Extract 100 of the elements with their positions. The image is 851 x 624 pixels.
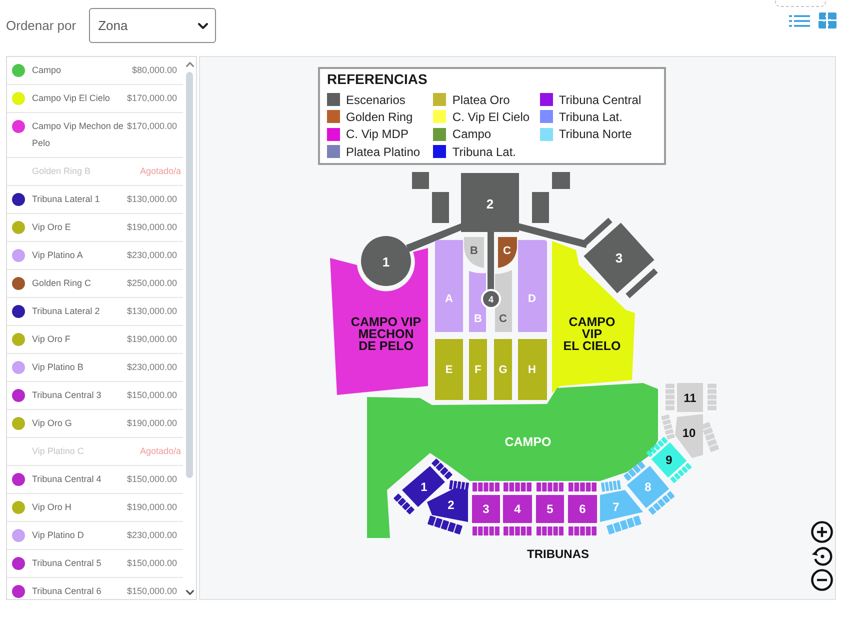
scrollbar-thumb[interactable] — [186, 72, 193, 478]
seating-section[interactable] — [402, 466, 445, 507]
zone-name: Vip Platino D — [32, 529, 85, 542]
zone-list-item[interactable]: Vip Oro H $190,000.00 — [7, 494, 183, 522]
zone-name: Tribuna Lateral 1 — [32, 193, 101, 206]
zone-name: Vip Oro H — [32, 501, 72, 514]
seat-block — [434, 518, 443, 528]
zone-list-item[interactable]: Tribuna Lateral 2 $130,000.00 — [7, 298, 183, 326]
section-label: G — [498, 364, 508, 376]
seat-block — [606, 524, 615, 535]
zone-price: $170,000.00 — [127, 92, 178, 105]
zone-list-item[interactable]: Campo Vip El Cielo $170,000.00 — [7, 85, 183, 113]
zone-name: Campo Vip Mechon de Pelo — [32, 120, 124, 150]
zone-price: $250,000.00 — [127, 277, 178, 290]
legend-label: Campo — [452, 127, 492, 142]
seating-section[interactable] — [495, 270, 512, 332]
field-zone[interactable] — [552, 241, 635, 393]
legend-label: C. Vip MDP — [346, 127, 408, 142]
sort-label: Ordenar por — [6, 17, 76, 35]
zone-list-item[interactable]: Vip Oro G $190,000.00 — [7, 410, 183, 438]
zone-list-item[interactable]: Tribuna Central 5 $150,000.00 — [7, 550, 183, 578]
section-label: D — [528, 293, 536, 305]
zone-name: Tribuna Central 5 — [32, 557, 102, 570]
section-label: 8 — [644, 480, 652, 494]
seat-block — [447, 522, 456, 532]
section-label: C — [499, 313, 507, 325]
field-zone[interactable] — [330, 248, 428, 395]
section-label: 5 — [546, 502, 554, 516]
zone-label: CAMPO VIP MECHON DE PELO — [350, 316, 422, 352]
section-label: C — [503, 245, 511, 257]
section-label: 2 — [448, 498, 454, 512]
zone-list-item[interactable]: Vip Oro E $190,000.00 — [7, 214, 183, 242]
legend-label: Platea Oro — [452, 92, 510, 107]
zone-name: Vip Oro G — [32, 417, 73, 430]
zone-list-item[interactable]: Golden Ring C $250,000.00 — [7, 270, 183, 298]
map-icon[interactable] — [818, 12, 837, 29]
sort-select[interactable]: Zona — [89, 8, 216, 43]
stage-tower — [532, 192, 549, 223]
scroll-down-icon[interactable] — [186, 590, 194, 595]
zone-list-item[interactable]: Tribuna Central 4 $150,000.00 — [7, 466, 183, 494]
seating-section[interactable] — [469, 271, 486, 332]
zone-price: $150,000.00 — [127, 585, 178, 598]
seating-section[interactable] — [427, 488, 468, 522]
catwalk — [518, 223, 588, 248]
legend-label: Platea Platino — [346, 144, 420, 159]
section-label: F — [474, 364, 482, 376]
seating-section[interactable] — [464, 237, 484, 268]
zone-list-item[interactable]: Tribuna Central 6 $150,000.00 — [7, 578, 183, 599]
zone-list-item[interactable]: Campo Vip Mechon de Pelo $170,000.00 — [7, 113, 183, 158]
section-label: 3 — [482, 502, 490, 516]
seating-section[interactable] — [677, 383, 703, 412]
seat-block — [620, 520, 628, 530]
zoom-out-icon[interactable] — [811, 569, 833, 591]
list-view-icon[interactable] — [789, 14, 810, 26]
zone-price: $170,000.00 — [127, 120, 178, 133]
sold-out-label: Agotado/a — [138, 165, 182, 178]
zone-name: Tribuna Central 3 — [32, 389, 102, 402]
zone-label: CAMPO — [504, 436, 552, 448]
zone-list-item[interactable]: Vip Platino B $230,000.00 — [7, 354, 183, 382]
scroll-up-icon[interactable] — [186, 62, 194, 67]
zone-name: Tribuna Central 4 — [32, 473, 102, 486]
zone-price: $230,000.00 — [127, 529, 178, 542]
zone-name: Tribuna Central 6 — [32, 585, 102, 598]
section-label: 4 — [514, 502, 521, 516]
seat-block — [706, 438, 718, 447]
stage-tower — [412, 172, 429, 189]
seating-section[interactable] — [651, 442, 687, 478]
reset-view-icon[interactable] — [811, 545, 833, 567]
seat-block — [613, 522, 622, 532]
legend-label: Tribuna Central — [558, 92, 642, 107]
zone-price: $190,000.00 — [127, 221, 178, 234]
zone-list-item[interactable]: Campo $80,000.00 — [7, 57, 183, 85]
chevron-down-icon[interactable] — [198, 22, 208, 28]
section-label: B — [474, 313, 482, 325]
seat-block — [633, 515, 642, 526]
zone-list-item[interactable]: Vip Platino D $230,000.00 — [7, 522, 183, 550]
seat-block — [626, 518, 635, 528]
field-zone[interactable] — [367, 383, 658, 538]
zone-list-item[interactable]: Tribuna Central 3 $150,000.00 — [7, 382, 183, 410]
zone-list-item[interactable]: Tribuna Lateral 1 $130,000.00 — [7, 186, 183, 214]
map-caption: TRIBUNAS — [527, 547, 589, 561]
zone-list-item[interactable]: Vip Platino A $230,000.00 — [7, 242, 183, 270]
zone-price: $150,000.00 — [127, 557, 178, 570]
zone-price: $230,000.00 — [127, 249, 178, 262]
zone-list-item[interactable]: Vip Oro F $190,000.00 — [7, 326, 183, 354]
section-label: H — [528, 364, 536, 376]
stage-platform[interactable] — [481, 289, 501, 309]
section-label: 7 — [612, 500, 620, 514]
zone-name: Vip Platino B — [32, 361, 84, 374]
zone-name: Campo Vip El Cielo — [32, 92, 111, 105]
seating-section[interactable] — [675, 414, 703, 458]
seat-block — [454, 524, 463, 535]
zone-name: Golden Ring B — [32, 165, 92, 178]
legend-label: Tribuna Norte — [558, 127, 632, 142]
zone-price: $80,000.00 — [130, 64, 178, 77]
stage-platform[interactable] — [361, 236, 411, 286]
stage-number: 2 — [486, 196, 494, 212]
zone-name: Vip Oro E — [32, 221, 72, 234]
stage-number: 4 — [488, 294, 494, 304]
zoom-in-icon[interactable] — [811, 521, 833, 543]
